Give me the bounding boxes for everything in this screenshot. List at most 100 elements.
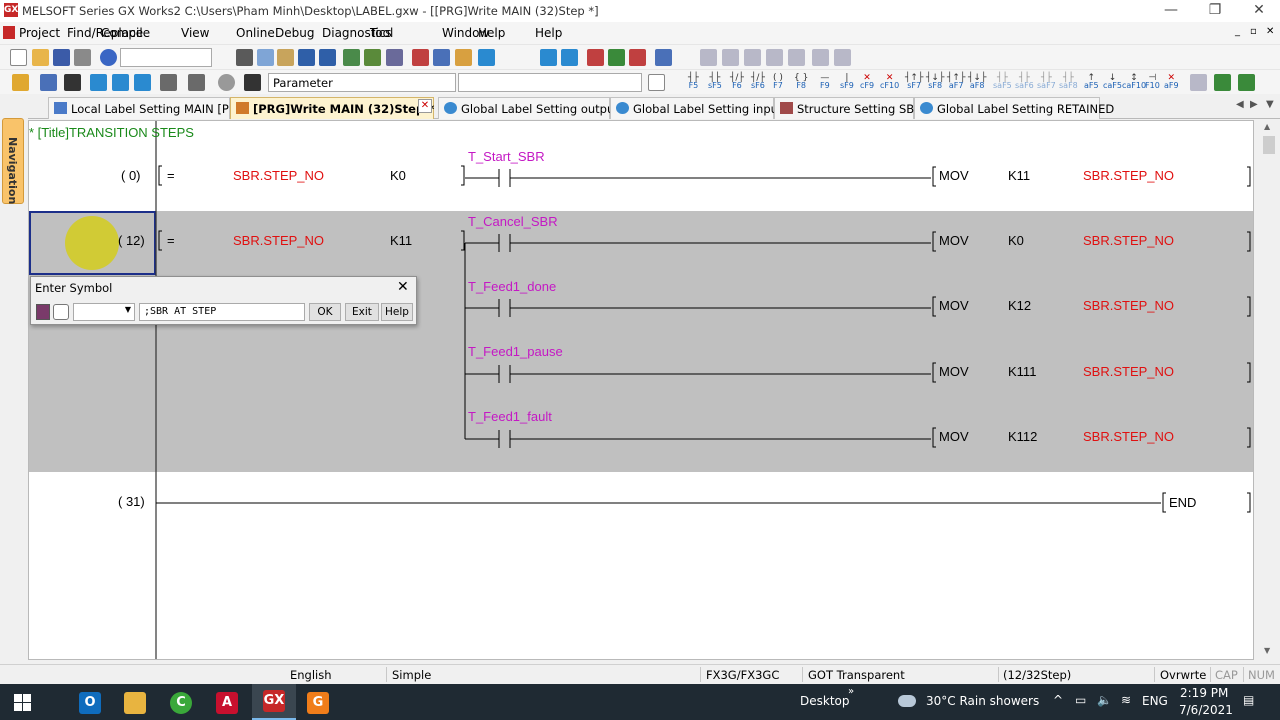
chevron-right-icon[interactable]: » — [848, 686, 854, 697]
dev-list-icon[interactable] — [134, 74, 151, 91]
project-tree-icon[interactable] — [12, 74, 29, 91]
minimize-button[interactable]: — — [1148, 0, 1194, 22]
menu-view[interactable]: Online — [236, 26, 275, 40]
restore-button[interactable]: ❐ — [1192, 0, 1238, 22]
fkey-saf8[interactable]: ┤├ saF8 — [1059, 74, 1078, 90]
tab-close-icon[interactable]: ✕ — [418, 99, 432, 113]
tab-global-output[interactable]: Global Label Setting output — [438, 97, 619, 119]
fkey-sf7[interactable]: ┤↑├ sF7 — [905, 74, 923, 90]
ladder-tool-3[interactable] — [744, 49, 761, 66]
ladder-tool-9[interactable] — [1214, 74, 1231, 91]
fkey-sf5[interactable]: ┤├ sF5 — [708, 74, 722, 90]
tab-structure[interactable]: Structure Setting SBR — [774, 97, 922, 119]
window-icon[interactable] — [655, 49, 672, 66]
print-icon[interactable] — [74, 49, 91, 66]
tab-global-retained[interactable]: Global Label Setting RETAINED — [914, 97, 1114, 119]
input-language[interactable]: ENG — [1142, 694, 1168, 708]
fkey-sf9[interactable]: | sF9 — [840, 74, 854, 90]
dialog-close-icon[interactable]: ✕ — [397, 279, 409, 295]
menu-find-replace[interactable]: Compile — [101, 26, 150, 40]
new-icon[interactable] — [10, 49, 27, 66]
ladder-tool-2[interactable] — [722, 49, 739, 66]
windows-start-icon[interactable] — [14, 694, 31, 711]
autocad-icon[interactable]: A — [216, 692, 238, 714]
ladder-tool-1[interactable] — [700, 49, 717, 66]
tab-write-main[interactable]: [PRG]Write MAIN (32)Step * — [230, 97, 434, 119]
help-button[interactable]: Help — [381, 303, 413, 321]
cross-ref-icon[interactable] — [160, 74, 177, 91]
weather-text[interactable]: 30°C Rain showers — [926, 694, 1039, 708]
clock-date[interactable]: 7/6/2021 — [1179, 703, 1233, 717]
clock-time[interactable]: 2:19 PM — [1180, 686, 1228, 700]
ladder-tool-7[interactable] — [834, 49, 851, 66]
fkey-caf5[interactable]: ↓ caF5 — [1103, 74, 1122, 90]
gx-works-icon[interactable]: GX — [263, 690, 285, 712]
open-icon[interactable] — [32, 49, 49, 66]
fkey-sf8[interactable]: ┤↓├ sF8 — [926, 74, 944, 90]
transfer-icon-3[interactable] — [629, 49, 646, 66]
ladder-symbol-icon[interactable] — [36, 304, 50, 320]
list-icon[interactable] — [40, 74, 57, 91]
search-icon[interactable] — [188, 74, 205, 91]
scroll-down-icon[interactable]: ▼ — [1264, 646, 1270, 655]
fkey-af9[interactable]: ✕ aF9 — [1164, 74, 1179, 90]
ladder-tool-10[interactable] — [1238, 74, 1255, 91]
fkey-f10[interactable]: ⊣ F10 — [1145, 74, 1160, 90]
copy-icon[interactable] — [257, 49, 274, 66]
ladder-diagram[interactable]: * [Title]TRANSITION STEPS ( 0) = SBR.STE… — [29, 121, 1253, 659]
tray-expand-icon[interactable]: ^ — [1053, 693, 1063, 707]
tab-scroll-left-icon[interactable]: ◀ — [1236, 99, 1244, 110]
dev-search-icon[interactable] — [90, 74, 107, 91]
symbol-type-select[interactable]: ▼ — [73, 303, 135, 321]
close-button[interactable]: ✕ — [1236, 0, 1280, 22]
find-next-icon[interactable] — [648, 74, 665, 91]
transfer-icon-1[interactable] — [587, 49, 604, 66]
paste-icon[interactable] — [277, 49, 294, 66]
menu-help[interactable]: Help — [535, 26, 562, 40]
select-icon[interactable] — [343, 49, 360, 66]
taskbar-active-app[interactable]: GX — [252, 684, 296, 720]
scroll-up-icon[interactable]: ▲ — [1264, 122, 1270, 131]
notifications-icon[interactable]: ▤ — [1243, 693, 1254, 707]
fkey-f7[interactable]: ( ) F7 — [773, 74, 783, 90]
outlook-icon[interactable]: O — [79, 692, 101, 714]
vertical-scrollbar[interactable]: ▲ ▼ — [1260, 120, 1278, 660]
search-target-combo[interactable] — [458, 73, 642, 92]
fkey-saf5[interactable]: ┤├ saF5 — [993, 74, 1012, 90]
scroll-thumb[interactable] — [1263, 136, 1275, 154]
fkey-af7[interactable]: ┤↑├ aF7 — [947, 74, 965, 90]
document-icon[interactable] — [3, 26, 15, 39]
fkey-af8[interactable]: ┤↓├ aF8 — [968, 74, 986, 90]
dev-icon-4[interactable] — [561, 49, 578, 66]
ladder-tool-5[interactable] — [788, 49, 805, 66]
volume-icon[interactable]: 🔈 — [1097, 693, 1112, 707]
fkey-sf6[interactable]: ┤/├ sF6 — [751, 74, 765, 90]
ladder-tool-6[interactable] — [812, 49, 829, 66]
verify-icon[interactable] — [386, 49, 403, 66]
mdi-minimize-button[interactable]: _ — [1235, 26, 1240, 37]
tab-global-input[interactable]: Global Label Setting input — [610, 97, 782, 119]
undo-icon[interactable] — [298, 49, 315, 66]
ladder-editor[interactable]: * [Title]TRANSITION STEPS ( 0) = SBR.STE… — [28, 120, 1254, 660]
fkey-saf6[interactable]: ┤├ saF6 — [1015, 74, 1034, 90]
dev-replace-icon[interactable] — [112, 74, 129, 91]
monitor-icon[interactable] — [364, 49, 381, 66]
save-icon[interactable] — [53, 49, 70, 66]
fkey-f5[interactable]: ┤├ F5 — [688, 74, 699, 90]
read-plc-icon[interactable] — [433, 49, 450, 66]
app-g-icon[interactable]: G — [307, 692, 329, 714]
tab-scroll-right-icon[interactable]: ▶ — [1250, 99, 1258, 110]
fkey-cf9[interactable]: ✕ cF9 — [860, 74, 874, 90]
fkey-f9[interactable]: — F9 — [820, 74, 830, 90]
navigation-tab[interactable]: Navigation — [2, 118, 24, 204]
ok-button[interactable]: OK — [309, 303, 341, 321]
dev-icon-1[interactable] — [455, 49, 472, 66]
menu-compile[interactable]: View — [181, 26, 209, 40]
ladder-tool-8[interactable] — [1190, 74, 1207, 91]
file-explorer-icon[interactable] — [124, 692, 146, 714]
refresh-icon[interactable] — [218, 74, 235, 91]
transfer-icon-2[interactable] — [608, 49, 625, 66]
fkey-f8[interactable]: { } F8 — [794, 74, 808, 90]
network-icon[interactable]: ▭ — [1075, 693, 1086, 707]
weather-icon[interactable] — [898, 695, 916, 707]
